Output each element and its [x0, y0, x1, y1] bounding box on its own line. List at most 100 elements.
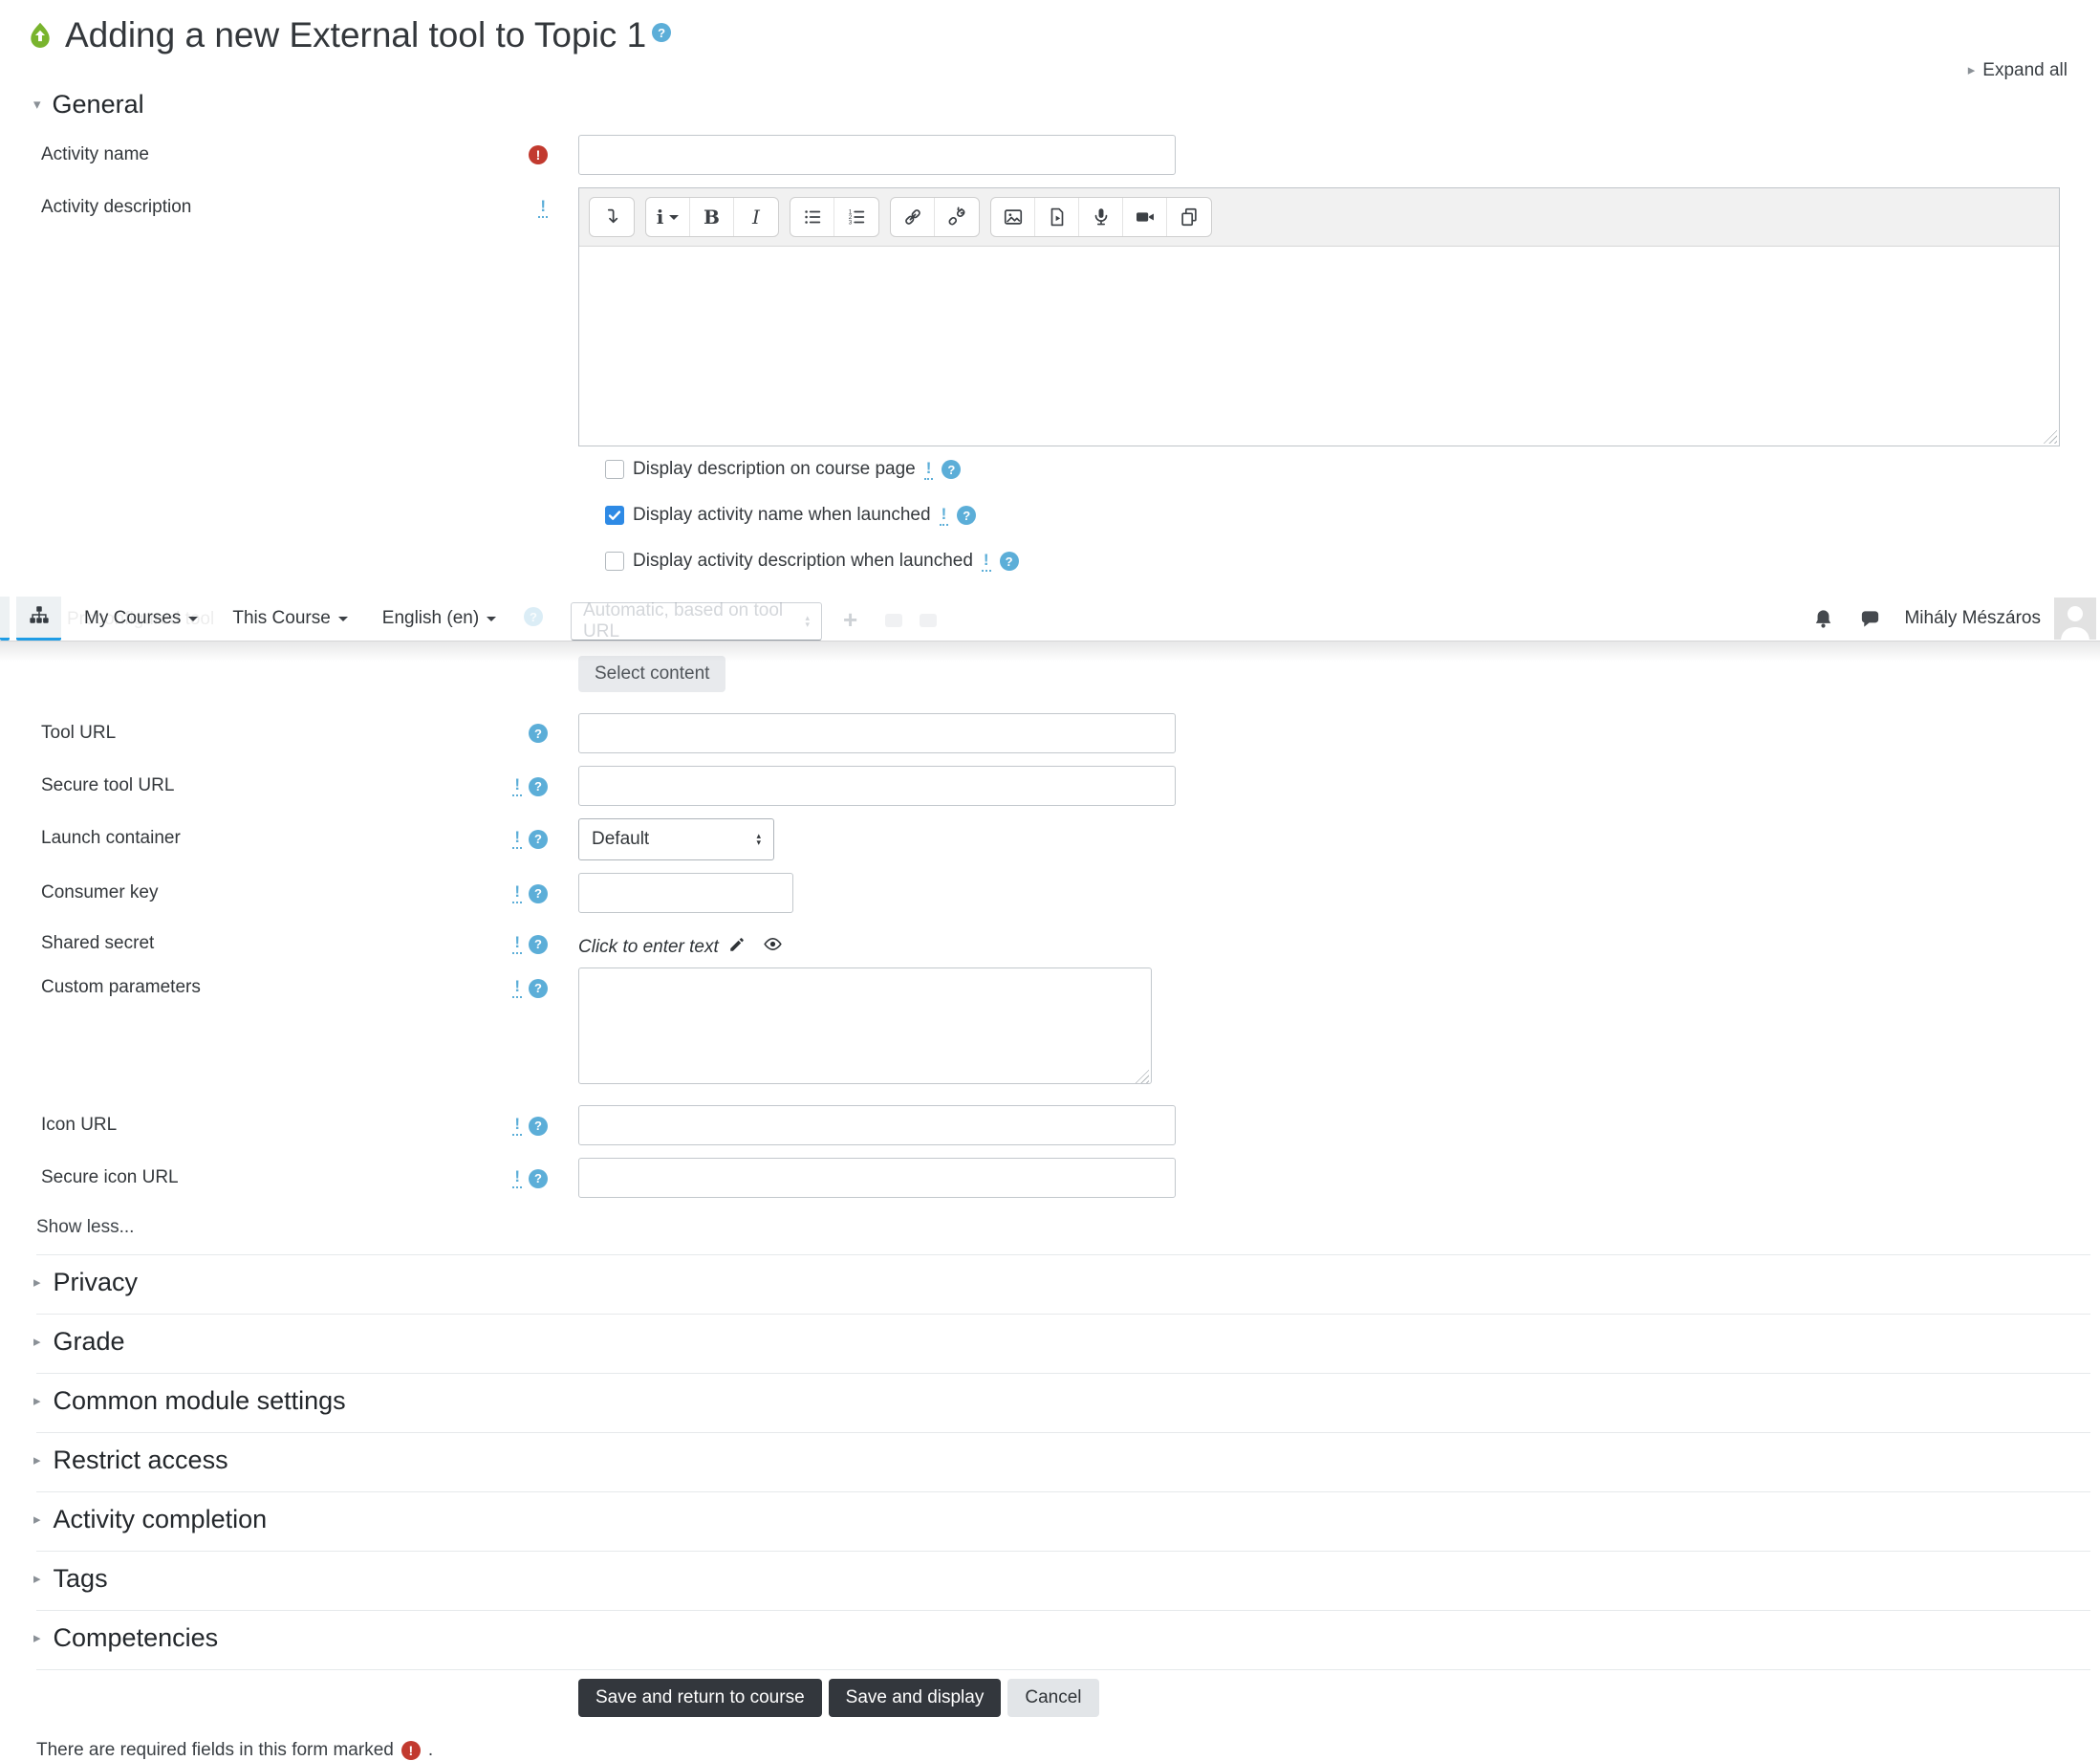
tool-url-row: Tool URL ?	[0, 713, 2100, 753]
help-icon[interactable]: ?	[529, 830, 548, 849]
italic-icon[interactable]: I	[734, 198, 778, 236]
nav-tab-partial[interactable]	[0, 597, 10, 641]
ghost-add-tool-icon: +	[843, 605, 857, 635]
help-icon[interactable]: ?	[529, 1117, 548, 1136]
help-icon[interactable]: ?	[529, 724, 548, 743]
bold-icon[interactable]: B	[690, 198, 734, 236]
section-privacy[interactable]: ▸ Privacy	[33, 1268, 2100, 1297]
section-grade[interactable]: ▸ Grade	[33, 1327, 2100, 1357]
nav-my-courses[interactable]: My Courses	[84, 608, 198, 629]
help-icon[interactable]: ?	[529, 979, 548, 998]
save-and-return-button[interactable]: Save and return to course	[578, 1679, 822, 1717]
show-less-link[interactable]: Show less...	[36, 1217, 2100, 1238]
secure-tool-url-row: Secure tool URL ! ?	[0, 766, 2100, 806]
help-icon[interactable]: ?	[652, 23, 671, 42]
help-icon[interactable]: ?	[529, 935, 548, 954]
help-icon[interactable]: ?	[529, 1169, 548, 1188]
display-description-checkbox[interactable]	[605, 460, 624, 479]
tool-url-input[interactable]	[578, 713, 1176, 753]
ordered-list-icon[interactable]: 1 2 3	[834, 198, 878, 236]
divider	[36, 1432, 2090, 1433]
display-name-checkbox-row: Display activity name when launched ! ?	[605, 505, 2100, 526]
notifications-bell-icon[interactable]	[1812, 608, 1834, 630]
display-activity-description-checkbox[interactable]	[605, 552, 624, 571]
required-some-icon: !	[982, 552, 991, 572]
divider	[36, 1610, 2090, 1611]
display-name-checkbox[interactable]	[605, 506, 624, 525]
divider	[36, 1254, 2090, 1255]
custom-parameters-textarea[interactable]	[578, 967, 1152, 1084]
ghost-delete-tool-icon	[920, 614, 937, 627]
secure-icon-url-label: Secure icon URL	[41, 1167, 179, 1188]
section-general[interactable]: ▾ General	[33, 90, 2100, 120]
launch-container-select[interactable]: Default ▴▾	[578, 818, 774, 860]
required-some-icon: !	[512, 934, 522, 954]
help-icon[interactable]: ?	[942, 460, 961, 479]
top-navbar: ? Automatic, based on tool URL ▴▾ + Prec…	[0, 597, 2100, 641]
avatar[interactable]	[2054, 598, 2096, 640]
form-actions: Save and return to course Save and displ…	[578, 1679, 2100, 1717]
shared-secret-row: Shared secret ! ? Click to enter text	[0, 925, 2100, 960]
required-some-icon: !	[512, 776, 522, 796]
activity-name-row: Activity name !	[0, 135, 2100, 175]
required-some-icon: !	[512, 829, 522, 849]
collapsed-triangle-icon: ▸	[1968, 63, 1976, 77]
nav-this-course[interactable]: This Course	[232, 608, 347, 629]
save-and-display-button[interactable]: Save and display	[829, 1679, 1002, 1717]
display-description-checkbox-row: Display description on course page ! ?	[605, 459, 2100, 480]
site-navigation-tab[interactable]	[16, 597, 61, 641]
pencil-icon[interactable]	[728, 936, 746, 959]
link-icon[interactable]	[891, 198, 935, 236]
nav-language[interactable]: English (en)	[382, 608, 496, 629]
section-common-module-settings[interactable]: ▸ Common module settings	[33, 1386, 2100, 1416]
messages-icon[interactable]	[1859, 608, 1881, 630]
description-textarea[interactable]	[579, 247, 2059, 446]
checkbox-label: Display description on course page	[633, 459, 916, 480]
record-video-icon[interactable]	[1123, 198, 1167, 236]
required-some-icon: !	[512, 1168, 522, 1188]
secure-icon-url-input[interactable]	[578, 1158, 1176, 1198]
activity-name-input[interactable]	[578, 135, 1176, 175]
unlink-icon[interactable]	[935, 198, 979, 236]
checkbox-label: Display activity name when launched	[633, 505, 931, 526]
unordered-list-icon[interactable]	[790, 198, 834, 236]
custom-parameters-row: Custom parameters ! ?	[0, 967, 2100, 1090]
help-icon[interactable]: ?	[529, 884, 548, 903]
collapsed-triangle-icon: ▸	[33, 1394, 41, 1408]
collapse-toolbar-icon[interactable]	[590, 198, 634, 236]
section-tags[interactable]: ▸ Tags	[33, 1564, 2100, 1594]
cancel-button[interactable]: Cancel	[1007, 1679, 1098, 1717]
divider	[36, 1551, 2090, 1552]
collapsed-triangle-icon: ▸	[33, 1512, 41, 1527]
insert-image-icon[interactable]	[991, 198, 1035, 236]
section-restrict-access[interactable]: ▸ Restrict access	[33, 1446, 2100, 1475]
activity-description-label: Activity description	[41, 197, 191, 218]
shared-secret-edit-text[interactable]: Click to enter text	[578, 937, 719, 958]
eye-icon[interactable]	[763, 934, 783, 960]
help-icon[interactable]: ?	[529, 777, 548, 796]
help-icon[interactable]: ?	[1000, 552, 1019, 571]
required-icon: !	[401, 1741, 421, 1760]
expand-all-link[interactable]: ▸ Expand all	[1968, 60, 2068, 81]
external-tool-icon	[27, 21, 54, 57]
icon-url-input[interactable]	[578, 1105, 1176, 1145]
sitemap-icon	[29, 604, 50, 631]
user-menu[interactable]: Mihály Mészáros	[1904, 608, 2041, 629]
consumer-key-label: Consumer key	[41, 882, 159, 903]
section-activity-completion[interactable]: ▸ Activity completion	[33, 1505, 2100, 1534]
section-competencies[interactable]: ▸ Competencies	[33, 1623, 2100, 1653]
launch-container-label: Launch container	[41, 828, 181, 849]
page-title: Adding a new External tool to Topic 1	[65, 15, 646, 56]
icon-url-row: Icon URL ! ?	[0, 1105, 2100, 1145]
caret-down-icon	[188, 617, 198, 621]
select-content-button[interactable]: Select content	[578, 656, 725, 692]
secure-tool-url-input[interactable]	[578, 766, 1176, 806]
insert-media-icon[interactable]	[1035, 198, 1079, 236]
ghost-edit-tool-icon	[885, 614, 902, 627]
paragraph-styles-icon[interactable]: i	[646, 198, 690, 236]
record-audio-icon[interactable]	[1079, 198, 1123, 236]
manage-files-icon[interactable]	[1167, 198, 1211, 236]
consumer-key-input[interactable]	[578, 873, 793, 913]
resize-handle[interactable]	[2043, 429, 2057, 444]
help-icon[interactable]: ?	[957, 506, 976, 525]
